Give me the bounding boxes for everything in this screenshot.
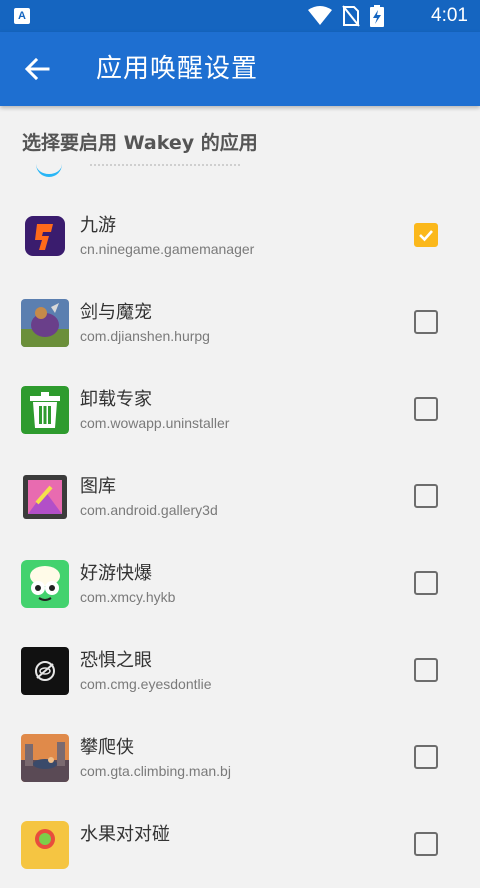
- status-icons: [308, 5, 384, 27]
- fruit-match-app-icon: [21, 821, 69, 869]
- partial-app-icon: [36, 162, 62, 177]
- app-bar: 应用唤醒设置: [0, 32, 480, 106]
- no-sim-icon: [342, 5, 360, 27]
- section-header: 选择要启用 Wakey 的应用: [22, 132, 258, 154]
- app-package: com.xmcy.hykb: [80, 589, 176, 605]
- app-checkbox[interactable]: [414, 832, 438, 856]
- app-checkbox[interactable]: [414, 571, 438, 595]
- app-name: 攀爬侠: [80, 737, 134, 758]
- app-name: 水果对对碰: [80, 824, 170, 845]
- app-checkbox[interactable]: [414, 484, 438, 508]
- app-name: 图库: [80, 476, 116, 497]
- list-item[interactable]: 攀爬侠 com.gta.climbing.man.bj: [0, 714, 480, 801]
- list-item[interactable]: 恐惧之眼 com.cmg.eyesdontlie: [0, 627, 480, 714]
- status-bar: A 4:01: [0, 0, 480, 32]
- app-list: 九游 cn.ninegame.gamemanager 剑与魔宠 com.djia…: [0, 192, 480, 888]
- gallery-app-icon: [21, 473, 69, 521]
- app-package: com.android.gallery3d: [80, 502, 218, 518]
- app-package: cn.ninegame.gamemanager: [80, 241, 255, 257]
- app-package: com.djianshen.hurpg: [80, 328, 210, 344]
- climbing-man-app-icon: [21, 734, 69, 782]
- battery-charging-icon: [370, 5, 384, 27]
- app-package: com.cmg.eyesdontlie: [80, 676, 212, 692]
- list-item[interactable]: 九游 cn.ninegame.gamemanager: [0, 192, 480, 279]
- app-name: 卸载专家: [80, 389, 152, 410]
- wifi-icon: [308, 6, 332, 25]
- uninstaller-trash-icon: [21, 386, 69, 434]
- jiuyou-app-icon: [21, 212, 69, 260]
- list-item[interactable]: 剑与魔宠 com.djianshen.hurpg: [0, 279, 480, 366]
- partial-app-label: [90, 164, 240, 174]
- app-name: 恐惧之眼: [80, 650, 152, 671]
- app-name: 九游: [80, 215, 116, 236]
- arrow-left-icon[interactable]: [22, 54, 52, 84]
- hykb-app-icon: [21, 560, 69, 608]
- app-package: com.wowapp.uninstaller: [80, 415, 230, 431]
- list-item[interactable]: 水果对对碰: [0, 801, 480, 888]
- app-checkbox[interactable]: [414, 397, 438, 421]
- app-checkbox[interactable]: [414, 745, 438, 769]
- page-title: 应用唤醒设置: [96, 54, 259, 84]
- app-package: com.gta.climbing.man.bj: [80, 763, 231, 779]
- app-name: 好游快爆: [80, 563, 152, 584]
- jianyumochong-app-icon: [21, 299, 69, 347]
- list-item[interactable]: 好游快爆 com.xmcy.hykb: [0, 540, 480, 627]
- app-checkbox[interactable]: [414, 310, 438, 334]
- status-time: 4:01: [431, 5, 468, 26]
- app-name: 剑与魔宠: [80, 302, 152, 323]
- list-item[interactable]: 卸载专家 com.wowapp.uninstaller: [0, 366, 480, 453]
- app-checkbox[interactable]: [414, 223, 438, 247]
- eyes-app-icon: [21, 647, 69, 695]
- notification-a-icon: A: [14, 8, 30, 24]
- app-checkbox[interactable]: [414, 658, 438, 682]
- list-item[interactable]: 图库 com.android.gallery3d: [0, 453, 480, 540]
